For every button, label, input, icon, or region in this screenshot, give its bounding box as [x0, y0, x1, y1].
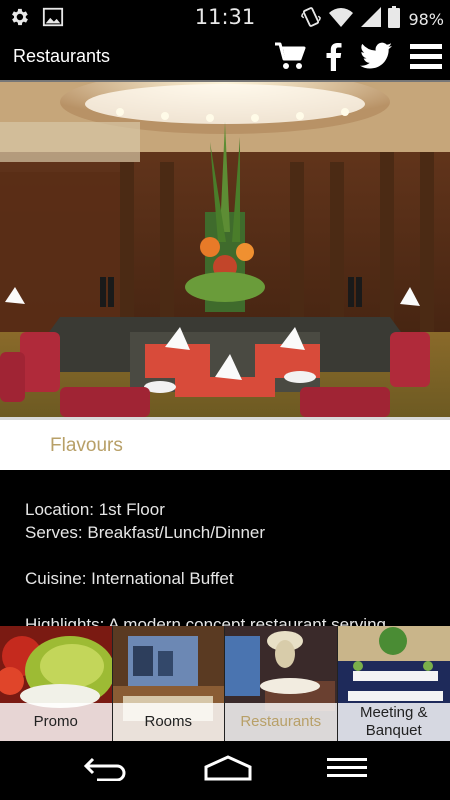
- menu-icon[interactable]: [410, 42, 442, 75]
- signal-icon: [360, 6, 382, 33]
- restaurant-photo: [0, 80, 450, 420]
- tile-meeting-banquet[interactable]: Meeting & Banquet: [337, 626, 450, 741]
- restaurant-details: Location: 1st Floor Serves: Breakfast/Lu…: [25, 498, 435, 626]
- tile-rooms-label: Rooms: [112, 703, 224, 741]
- facebook-icon[interactable]: [324, 41, 342, 76]
- tile-meeting-banquet-label: Meeting & Banquet: [337, 703, 450, 741]
- tile-promo-label: Promo: [0, 703, 112, 741]
- tile-restaurants[interactable]: Restaurants: [225, 626, 338, 741]
- tile-rooms[interactable]: Rooms: [112, 626, 225, 741]
- app-header: Restaurants: [0, 34, 450, 80]
- highlights-text: Highlights: A modern concept restaurant …: [25, 615, 386, 626]
- header-actions: [274, 41, 442, 76]
- cart-icon[interactable]: [274, 41, 306, 76]
- page-title: Restaurants: [13, 46, 111, 66]
- section-title: Flavours: [50, 435, 123, 456]
- back-icon[interactable]: [83, 755, 129, 786]
- location-text: Location: 1st Floor: [25, 500, 165, 519]
- category-tiles: Promo Rooms Restaurants Meeting & Banque…: [0, 626, 450, 741]
- vibrate-icon: [300, 6, 322, 33]
- cuisine-text: Cuisine: International Buffet: [25, 569, 234, 588]
- system-nav-bar: [0, 741, 450, 800]
- wifi-icon: [328, 6, 354, 33]
- status-bar: 11:31 98%: [0, 0, 450, 34]
- home-icon[interactable]: [204, 755, 252, 786]
- status-right: 98%: [300, 6, 444, 33]
- tile-restaurants-label: Restaurants: [225, 703, 337, 741]
- recent-apps-icon[interactable]: [327, 757, 368, 784]
- tile-promo[interactable]: Promo: [0, 626, 113, 741]
- serves-text: Serves: Breakfast/Lunch/Dinner: [25, 523, 266, 542]
- section-header: Flavours: [0, 420, 450, 470]
- battery-percentage: 98%: [408, 10, 444, 29]
- twitter-icon[interactable]: [360, 42, 392, 75]
- battery-icon: [388, 6, 401, 33]
